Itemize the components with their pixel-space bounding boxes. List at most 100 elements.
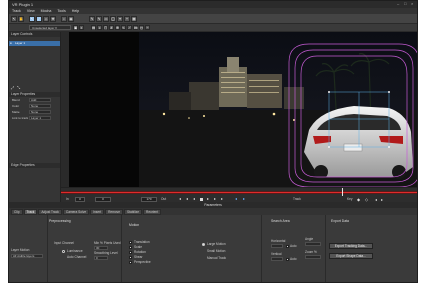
select-all-icon[interactable]: ⤢ (36, 16, 42, 22)
layer-motion-label: Layer Motion (11, 248, 30, 252)
hand-icon[interactable]: ✋ (18, 16, 24, 22)
scale-label: Scale (134, 245, 142, 249)
rotation-label: Rotation (134, 250, 146, 254)
title-bar: VR Plugin 1 – □ × (9, 1, 417, 8)
app-window: VR Plugin 1 – □ × Track View Mocha Tools… (8, 0, 418, 283)
rotation-checkbox[interactable] (129, 251, 132, 254)
luminance-radio[interactable] (62, 250, 65, 253)
go-start-icon[interactable] (179, 198, 181, 200)
layer-select-dropdown[interactable]: Unselected layer ▾ (29, 25, 71, 30)
view-toolbar: Unselected layer ▾ ▣ ◐ ▤ ◑ ▢ # ⊕ ∿ ⟋ ⋈ ◻… (9, 24, 417, 32)
play-forward-icon[interactable] (207, 198, 209, 200)
mesh-icon[interactable]: ⋈ (133, 25, 138, 30)
app-title: VR Plugin 1 (12, 2, 34, 7)
export-shape-button[interactable]: Export Shape Data... (329, 253, 373, 259)
track-backward-icon[interactable] (235, 198, 237, 200)
export-tracking-button[interactable]: Export Tracking Data... (329, 243, 373, 249)
window-controls: – □ × (397, 2, 415, 6)
tracked-range (61, 192, 417, 193)
maximize-icon[interactable]: □ (404, 2, 408, 6)
min-pixels-field[interactable]: 30 (94, 246, 108, 250)
prop-label: Blend (12, 98, 20, 102)
prop-value[interactable]: None (29, 104, 51, 108)
trace-icon[interactable]: ∿ (121, 25, 126, 30)
shear-checkbox[interactable] (129, 256, 132, 259)
layer-outline-icon[interactable]: ◻ (139, 25, 144, 30)
surface-icon[interactable]: ▢ (103, 25, 108, 30)
tangent-icon[interactable]: ⟋ (127, 25, 132, 30)
matte-icon[interactable]: ◑ (97, 25, 102, 30)
xspline-tool-icon[interactable]: ✎ (89, 16, 95, 22)
preprocessing-title: Preprocessing (49, 219, 71, 223)
minimize-icon[interactable]: – (397, 2, 401, 6)
node-tool-icon[interactable]: ◇ (43, 16, 49, 22)
vertical-auto-label: Auto (290, 257, 297, 261)
collapse-icon[interactable]: ⤡ (17, 85, 20, 90)
prop-label: Color (12, 104, 20, 108)
luminance-label: Luminance (67, 249, 83, 253)
perspective-checkbox[interactable] (129, 261, 132, 264)
scale-checkbox[interactable] (129, 246, 132, 249)
large-motion-label: Large Motion (207, 242, 226, 246)
in-label: In (66, 197, 69, 201)
vertical-auto-checkbox[interactable] (286, 258, 289, 261)
play-backward-icon[interactable] (193, 198, 195, 200)
view-tool-icon[interactable]: ◉ (68, 16, 74, 22)
pointer-icon[interactable]: ↖ (11, 16, 17, 22)
pan-tool-icon[interactable]: ✥ (50, 16, 56, 22)
bezier-tool-icon[interactable]: ✎ (96, 16, 102, 22)
stabilize-view-icon[interactable]: ⊕ (115, 25, 120, 30)
layer-row[interactable]: ● Layer 1 (9, 41, 60, 46)
small-motion-label: Small Motion (207, 249, 226, 253)
expand-icon[interactable]: ⤢ (11, 85, 14, 90)
stop-icon[interactable] (200, 198, 203, 201)
smoothing-field[interactable]: 0 (94, 256, 108, 260)
angle-field[interactable] (305, 242, 321, 246)
manual-track-label: Manual Track (207, 256, 227, 260)
prop-value[interactable]: Layer 1 (29, 116, 51, 120)
horizontal-field[interactable] (271, 244, 283, 248)
grid-icon[interactable]: ▦ (131, 16, 137, 22)
magnetic-tool-icon[interactable]: ✦ (117, 16, 123, 22)
layer-name: Layer 1 (15, 41, 26, 45)
layer-motion-dropdown[interactable]: All visible layers (11, 254, 43, 258)
translation-checkbox[interactable] (129, 241, 132, 244)
horizontal-auto-checkbox[interactable] (286, 245, 289, 248)
step-back-icon[interactable] (186, 198, 188, 200)
spline-icon[interactable]: ~ (145, 25, 150, 30)
parameter-tabs: Clip Track Adjust Track Camera Solve Ins… (9, 208, 417, 215)
close-icon[interactable]: × (411, 2, 415, 6)
add-shape-icon[interactable]: + (124, 16, 130, 22)
go-end-icon[interactable] (221, 198, 223, 200)
prop-value[interactable]: None (29, 110, 51, 114)
prop-value[interactable]: Add (29, 98, 51, 102)
viewer-canvas[interactable] (69, 32, 418, 187)
perspective-label: Perspective (134, 260, 151, 264)
grid-overlay-icon[interactable]: # (109, 25, 114, 30)
layer-select-value: Unselected layer (32, 26, 55, 30)
translation-label: Translation (134, 240, 150, 244)
zoom-field[interactable] (305, 255, 321, 259)
prop-label: Matte (12, 110, 20, 114)
horizontal-auto-label: Auto (290, 244, 297, 248)
left-panel: Layer Controls ● Layer 1 ⤢ ⤡ Layer Prope… (9, 32, 61, 202)
vertical-field[interactable] (271, 257, 283, 261)
select-tool-icon[interactable]: ↖ (29, 16, 35, 22)
vertical-label: Vertical (271, 252, 282, 256)
smoothing-label: Smoothing Level (94, 251, 118, 255)
export-data-title: Export Data (331, 219, 349, 223)
video-viewer[interactable] (69, 32, 418, 187)
color-icon[interactable]: ◐ (79, 25, 84, 30)
track-forward-icon[interactable] (243, 198, 245, 200)
rect-tool-icon[interactable]: ▭ (103, 16, 109, 22)
timeline: In 0 0 170 Out Track Key ◆ ◇ ◂ ▸ (61, 187, 417, 202)
step-forward-icon[interactable] (214, 198, 216, 200)
overlay-icon[interactable]: ▤ (91, 25, 96, 30)
layer-tools: ⤢ ⤡ (9, 84, 60, 92)
eye-icon[interactable]: ● (10, 41, 12, 46)
large-motion-radio[interactable] (202, 243, 205, 246)
playhead[interactable] (342, 188, 343, 196)
zoom-tool-icon[interactable]: ⌕ (61, 16, 67, 22)
ellipse-tool-icon[interactable]: ◯ (110, 16, 116, 22)
view-icon[interactable]: ▣ (73, 25, 78, 30)
